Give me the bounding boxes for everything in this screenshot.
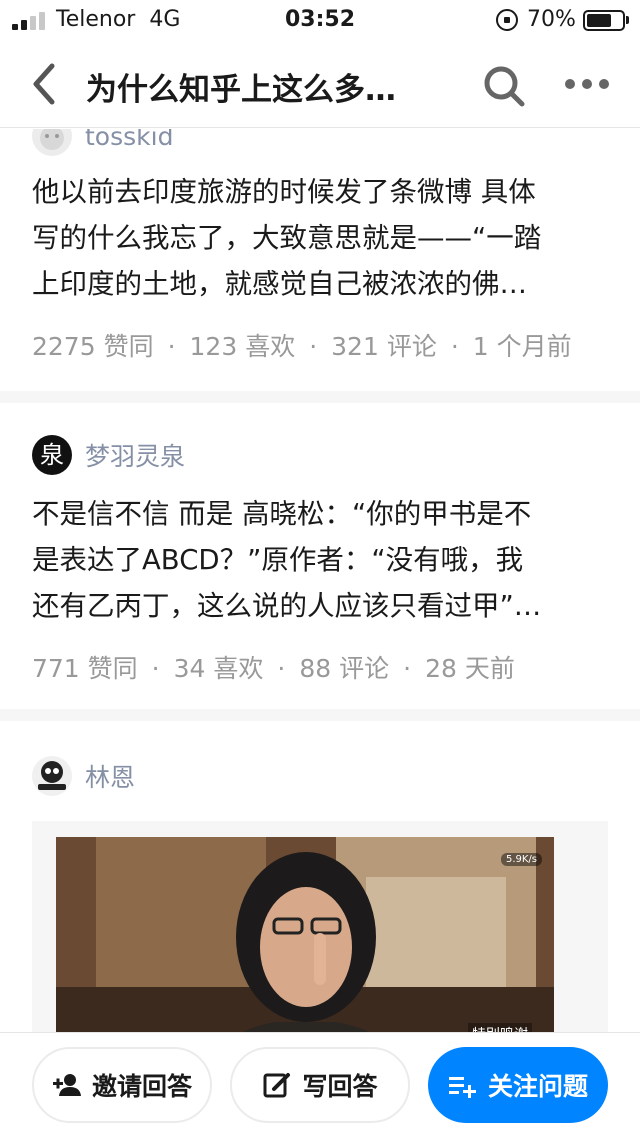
more-horizontal-icon[interactable] [562,66,612,106]
excerpt-line: 他以前去印度旅游的时候发了条微博 具体 [32,176,536,208]
invite-answer-label: 邀请回答 [91,1072,192,1101]
answer-time: 1 个月前 [472,332,572,361]
author-row[interactable]: tosskid [32,129,173,156]
upvote-count: 771 赞同 [32,654,138,683]
card-divider [0,391,640,403]
avatar-char: 泉 [40,441,64,469]
author-name[interactable]: 林恩 [85,758,135,794]
battery-icon [583,10,625,31]
comment-count: 88 评论 [299,654,390,683]
orientation-lock-icon [496,9,518,31]
write-answer-label: 写回答 [302,1072,378,1101]
answer-excerpt[interactable]: 不是信不信 而是 高晓松：“你的甲书是不 是表达了ABCD？”原作者：“没有哦，… [32,491,612,629]
bottom-action-bar: 邀请回答 写回答 关注问题 [0,1032,640,1136]
answer-feed[interactable]: tosskid 他以前去印度旅游的时候发了条微博 具体 写的什么我忘了，大致意思… [0,129,640,1032]
answer-card[interactable]: 林恩 5.9K/s 特别鸣谢 [0,721,640,1032]
author-name[interactable]: 梦羽灵泉 [85,437,185,473]
battery-fill [587,14,611,27]
like-count: 123 喜欢 [189,332,296,361]
follow-question-button[interactable]: 关注问题 [428,1047,608,1123]
search-icon[interactable] [482,64,526,108]
edit-icon [263,1073,291,1098]
video-speed-badge: 5.9K/s [500,853,542,866]
excerpt-line: 写的什么我忘了，大致意思就是——“一踏 [32,222,542,254]
nav-bar: 为什么知乎上这么多… [0,40,640,128]
excerpt-line: 不是信不信 而是 高晓松：“你的甲书是不 [32,498,532,530]
status-bar: Telenor 4G 03:52 70% [0,0,640,40]
upvote-count: 2275 赞同 [32,332,154,361]
like-count: 34 喜欢 [173,654,264,683]
author-name[interactable]: tosskid [85,129,173,151]
answer-time: 28 天前 [425,654,515,683]
excerpt-line: 上印度的土地，就感觉自己被浓浓的佛… [32,268,527,300]
add-list-icon [448,1077,476,1098]
invite-answer-button[interactable]: 邀请回答 [32,1047,212,1123]
battery-percentage: 70% [527,7,576,32]
chevron-left-icon[interactable] [24,62,68,106]
comment-count: 321 评论 [331,332,437,361]
answer-meta: 771 赞同 · 34 喜欢 · 88 评论 · 28 天前 [32,654,515,683]
avatar[interactable]: 泉 [32,435,72,475]
write-answer-button[interactable]: 写回答 [230,1047,410,1123]
page-title[interactable]: 为什么知乎上这么多… [86,64,446,109]
avatar[interactable] [32,756,72,796]
answer-media[interactable]: 5.9K/s 特别鸣谢 [32,821,608,1032]
video-thumbnail[interactable]: 5.9K/s 特别鸣谢 [56,837,554,1032]
video-caption: 特别鸣谢 [468,1023,532,1032]
author-row[interactable]: 泉 梦羽灵泉 [32,435,185,475]
battery-cap [626,16,629,24]
answer-excerpt[interactable]: 他以前去印度旅游的时候发了条微博 具体 写的什么我忘了，大致意思就是——“一踏 … [32,169,612,307]
answer-meta: 2275 赞同 · 123 喜欢 · 321 评论 · 1 个月前 [32,332,572,361]
answer-card[interactable]: tosskid 他以前去印度旅游的时候发了条微博 具体 写的什么我忘了，大致意思… [0,129,640,391]
avatar[interactable] [32,129,72,156]
author-row[interactable]: 林恩 [32,756,135,796]
follow-question-label: 关注问题 [487,1072,588,1101]
answer-card[interactable]: 泉 梦羽灵泉 不是信不信 而是 高晓松：“你的甲书是不 是表达了ABCD？”原作… [0,403,640,709]
excerpt-line: 还有乙丙丁，这么说的人应该只看过甲”… [32,590,542,622]
excerpt-line: 是表达了ABCD？”原作者：“没有哦，我 [32,544,524,576]
add-person-icon [52,1074,81,1096]
card-divider [0,709,640,721]
